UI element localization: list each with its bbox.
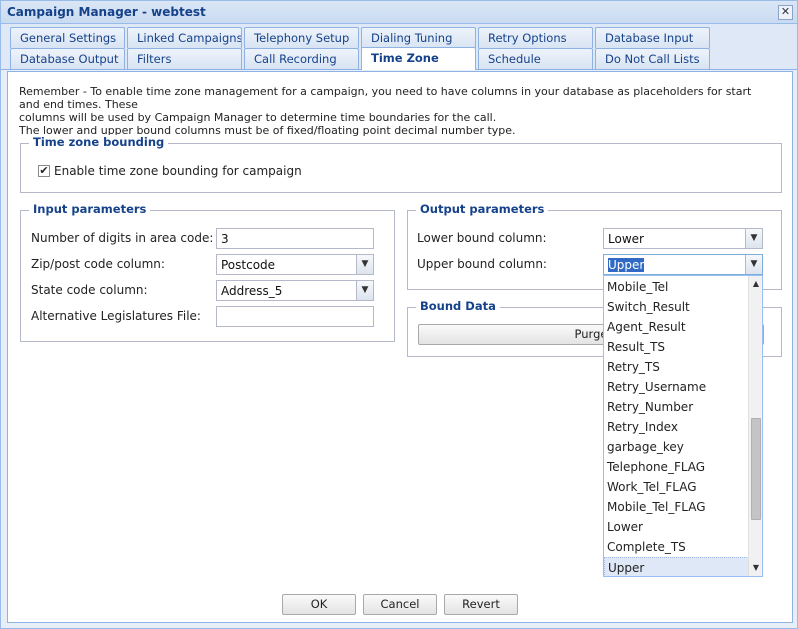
state-code-column-value: Address_5 (221, 284, 283, 298)
close-icon[interactable]: ✕ (778, 5, 793, 20)
list-item[interactable]: Retry_Username (604, 377, 749, 397)
scroll-up-icon[interactable]: ▲ (749, 277, 762, 291)
alt-legislatures-input[interactable] (216, 306, 374, 327)
area-code-digits-label: Number of digits in area code: (31, 231, 214, 245)
list-item[interactable]: Telephone_FLAG (604, 457, 749, 477)
list-item[interactable]: Mobile_Tel (604, 277, 749, 297)
enable-tz-bounding-checkbox[interactable]: ✔ (38, 165, 50, 177)
cancel-button[interactable]: Cancel (363, 594, 437, 615)
list-item[interactable]: Retry_Index (604, 417, 749, 437)
chevron-down-icon[interactable]: ▼ (356, 281, 373, 300)
input-parameters-legend: Input parameters (29, 202, 151, 216)
state-code-column-label: State code column: (31, 283, 148, 297)
ok-button[interactable]: OK (282, 594, 356, 615)
list-item[interactable]: Mobile_Tel_FLAG (604, 497, 749, 517)
title-bar: Campaign Manager - webtest ✕ (1, 1, 797, 24)
tab-strip: General Settings Linked Campaigns Teleph… (1, 24, 797, 70)
chevron-down-icon[interactable]: ▼ (745, 229, 762, 248)
list-item[interactable]: Switch_Result (604, 297, 749, 317)
upper-bound-select[interactable]: Upper ▼ (603, 254, 763, 275)
tab-schedule[interactable]: Schedule (478, 48, 593, 69)
list-item[interactable]: Retry_Number (604, 397, 749, 417)
tab-time-zone[interactable]: Time Zone (361, 47, 476, 70)
zip-code-column-label: Zip/post code column: (31, 257, 165, 271)
scrollbar-thumb[interactable] (751, 418, 761, 520)
dropdown-scrollbar[interactable]: ▲ ▼ (748, 276, 762, 576)
list-item-selected[interactable]: Upper (604, 557, 749, 576)
list-item[interactable]: garbage_key (604, 437, 749, 457)
upper-bound-label: Upper bound column: (417, 257, 547, 271)
enable-tz-bounding-label[interactable]: Enable time zone bounding for campaign (54, 164, 302, 178)
list-item[interactable]: Lower (604, 517, 749, 537)
zip-code-column-value: Postcode (221, 258, 276, 272)
tab-filters[interactable]: Filters (127, 48, 242, 69)
tab-telephony-setup[interactable]: Telephony Setup (244, 27, 359, 48)
tab-do-not-call-lists[interactable]: Do Not Call Lists (595, 48, 710, 69)
upper-bound-dropdown-list[interactable]: Mobile_Tel Switch_Result Agent_Result Re… (603, 275, 763, 577)
scroll-down-icon[interactable]: ▼ (749, 561, 762, 575)
tab-retry-options[interactable]: Retry Options (478, 27, 593, 48)
tab-linked-campaigns[interactable]: Linked Campaigns (127, 27, 242, 48)
tab-call-recording[interactable]: Call Recording (244, 48, 359, 69)
list-item[interactable]: Result_TS (604, 337, 749, 357)
list-item[interactable]: Work_Tel_FLAG (604, 477, 749, 497)
state-code-column-select[interactable]: Address_5 ▼ (216, 280, 374, 301)
zip-code-column-select[interactable]: Postcode ▼ (216, 254, 374, 275)
tab-database-output[interactable]: Database Output (10, 48, 125, 69)
lower-bound-select[interactable]: Lower ▼ (603, 228, 763, 249)
bound-data-legend: Bound Data (416, 299, 500, 313)
chevron-down-icon[interactable]: ▼ (745, 255, 762, 274)
campaign-manager-window: Campaign Manager - webtest ✕ General Set… (0, 0, 798, 629)
revert-button[interactable]: Revert (444, 594, 518, 615)
time-zone-notice: Remember - To enable time zone managemen… (19, 85, 769, 137)
alt-legislatures-label: Alternative Legislatures File: (31, 309, 201, 323)
tab-database-input[interactable]: Database Input (595, 27, 710, 48)
lower-bound-value: Lower (608, 232, 644, 246)
list-item[interactable]: Agent_Result (604, 317, 749, 337)
list-item[interactable]: Retry_TS (604, 357, 749, 377)
time-zone-bounding-legend: Time zone bounding (29, 135, 169, 149)
notice-line-2: columns will be used by Campaign Manager… (19, 111, 497, 124)
lower-bound-label: Lower bound column: (417, 231, 547, 245)
chevron-down-icon[interactable]: ▼ (356, 255, 373, 274)
upper-bound-value[interactable]: Upper (608, 258, 645, 272)
notice-line-1: Remember - To enable time zone managemen… (19, 85, 752, 111)
list-item[interactable]: Complete_TS (604, 537, 749, 557)
output-parameters-legend: Output parameters (416, 202, 549, 216)
tab-dialing-tuning[interactable]: Dialing Tuning (361, 27, 476, 48)
area-code-digits-input[interactable]: 3 (216, 228, 374, 249)
window-title: Campaign Manager - webtest (7, 5, 206, 19)
tab-general-settings[interactable]: General Settings (10, 27, 125, 48)
